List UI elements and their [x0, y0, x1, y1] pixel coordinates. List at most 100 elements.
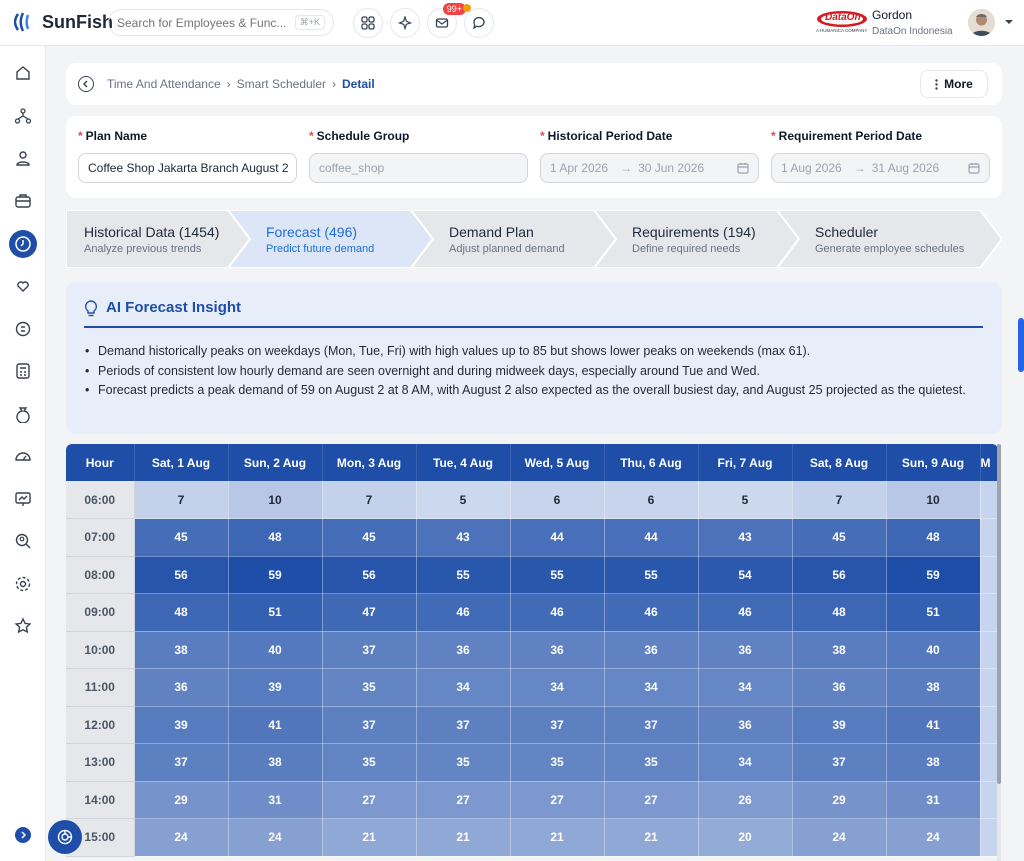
demand-cell[interactable]: 59	[886, 556, 981, 594]
demand-cell[interactable]: 24	[134, 818, 229, 857]
demand-cell[interactable]: 27	[416, 781, 511, 819]
demand-cell[interactable]: 26	[698, 781, 793, 819]
demand-cell[interactable]: 20	[698, 818, 793, 857]
plan-name-field[interactable]: Coffee Shop Jakarta Branch August 2	[78, 153, 297, 183]
demand-cell[interactable]: 27	[322, 781, 417, 819]
sidebar-item-favorites[interactable]	[9, 612, 37, 640]
demand-cell[interactable]: 37	[510, 706, 605, 744]
sidebar-item-time-attendance[interactable]	[9, 230, 37, 258]
demand-cell[interactable]: 48	[134, 593, 229, 632]
demand-cell[interactable]	[980, 518, 998, 557]
demand-cell[interactable]: 41	[228, 706, 323, 744]
demand-cell[interactable]: 10	[228, 481, 323, 519]
demand-cell[interactable]: 54	[698, 556, 793, 594]
demand-cell[interactable]	[980, 481, 998, 519]
demand-cell[interactable]: 21	[416, 818, 511, 857]
demand-cell[interactable]: 27	[510, 781, 605, 819]
sidebar-item-performance[interactable]	[9, 442, 37, 470]
demand-cell[interactable]: 31	[228, 781, 323, 819]
breadcrumb-item[interactable]: Smart Scheduler	[237, 77, 326, 91]
demand-cell[interactable]: 55	[416, 556, 511, 594]
demand-cell[interactable]	[980, 593, 998, 632]
sidebar-item-employee[interactable]	[9, 144, 37, 172]
demand-cell[interactable]: 10	[886, 481, 981, 519]
demand-cell[interactable]: 56	[134, 556, 229, 594]
sidebar-item-payroll[interactable]	[9, 400, 37, 428]
demand-cell[interactable]: 36	[604, 631, 699, 669]
sidebar-item-benefits[interactable]	[9, 272, 37, 300]
demand-cell[interactable]: 48	[792, 593, 887, 632]
demand-cell[interactable]: 44	[604, 518, 699, 557]
step-forecast[interactable]: Forecast (496) Predict future demand	[248, 210, 374, 268]
demand-cell[interactable]: 37	[322, 706, 417, 744]
demand-cell[interactable]: 21	[510, 818, 605, 857]
demand-cell[interactable]: 24	[228, 818, 323, 857]
demand-cell[interactable]: 51	[886, 593, 981, 632]
demand-cell[interactable]: 38	[792, 631, 887, 669]
demand-cell[interactable]: 48	[228, 518, 323, 557]
demand-cell[interactable]: 46	[510, 593, 605, 632]
demand-cell[interactable]: 45	[792, 518, 887, 557]
demand-cell[interactable]: 21	[604, 818, 699, 857]
chat-button[interactable]	[464, 8, 494, 38]
demand-cell[interactable]	[980, 668, 998, 707]
sidebar-item-reports[interactable]	[9, 485, 37, 513]
back-button[interactable]	[78, 76, 94, 92]
demand-cell[interactable]: 35	[322, 668, 417, 707]
table-scrollbar-thumb[interactable]	[997, 444, 1001, 784]
demand-cell[interactable]: 43	[698, 518, 793, 557]
demand-cell[interactable]: 34	[416, 668, 511, 707]
demand-cell[interactable]: 29	[134, 781, 229, 819]
ai-button[interactable]	[390, 8, 420, 38]
sidebar-item-recruitment[interactable]	[9, 527, 37, 555]
sidebar-item-accounting[interactable]	[9, 357, 37, 385]
demand-cell[interactable]	[980, 631, 998, 669]
avatar[interactable]	[968, 9, 995, 36]
sidebar-item-settings[interactable]	[9, 570, 37, 598]
demand-cell[interactable]	[980, 818, 998, 857]
demand-cell[interactable]: 39	[134, 706, 229, 744]
demand-cell[interactable]: 36	[134, 668, 229, 707]
demand-cell[interactable]: 35	[510, 743, 605, 782]
demand-cell[interactable]: 36	[698, 706, 793, 744]
demand-cell[interactable]: 46	[698, 593, 793, 632]
forecast-table-wrapper[interactable]: Hour Sat, 1 Aug Sun, 2 Aug Mon, 3 Aug Tue, 4…	[66, 444, 998, 861]
demand-cell[interactable]: 37	[604, 706, 699, 744]
demand-cell[interactable]: 40	[228, 631, 323, 669]
demand-cell[interactable]: 46	[416, 593, 511, 632]
demand-cell[interactable]: 39	[792, 706, 887, 744]
demand-cell[interactable]: 7	[792, 481, 887, 519]
demand-cell[interactable]: 45	[134, 518, 229, 557]
demand-cell[interactable]: 34	[510, 668, 605, 707]
chevron-down-icon[interactable]	[1004, 17, 1014, 27]
demand-cell[interactable]: 55	[510, 556, 605, 594]
app-logo[interactable]: SunFish	[14, 10, 113, 34]
demand-cell[interactable]: 37	[322, 631, 417, 669]
historical-period-field[interactable]: 1 Apr 2026 → 30 Jun 2026	[540, 153, 759, 183]
demand-cell[interactable]: 37	[134, 743, 229, 782]
search-box[interactable]: ⌘+K	[108, 9, 334, 36]
demand-cell[interactable]: 39	[228, 668, 323, 707]
apps-button[interactable]	[353, 8, 383, 38]
sidebar-expand-button[interactable]	[15, 827, 31, 843]
demand-cell[interactable]: 36	[416, 631, 511, 669]
sidebar-item-home[interactable]	[9, 59, 37, 87]
step-requirements[interactable]: Requirements (194) Define required needs	[614, 210, 756, 268]
sidebar-item-organization[interactable]	[9, 102, 37, 130]
sidebar-item-payroll-cycle[interactable]	[9, 315, 37, 343]
demand-cell[interactable]	[980, 781, 998, 819]
demand-cell[interactable]: 24	[886, 818, 981, 857]
search-input[interactable]	[117, 15, 295, 30]
demand-cell[interactable]: 35	[416, 743, 511, 782]
demand-cell[interactable]: 41	[886, 706, 981, 744]
demand-cell[interactable]	[980, 706, 998, 744]
demand-cell[interactable]: 5	[698, 481, 793, 519]
demand-cell[interactable]: 48	[886, 518, 981, 557]
demand-cell[interactable]: 34	[698, 743, 793, 782]
demand-cell[interactable]: 24	[792, 818, 887, 857]
more-button[interactable]: More	[920, 70, 988, 98]
demand-cell[interactable]: 38	[886, 743, 981, 782]
demand-cell[interactable]: 56	[322, 556, 417, 594]
demand-cell[interactable]: 36	[698, 631, 793, 669]
step-historical-data[interactable]: Historical Data (1454) Analyze previous t…	[66, 210, 219, 268]
